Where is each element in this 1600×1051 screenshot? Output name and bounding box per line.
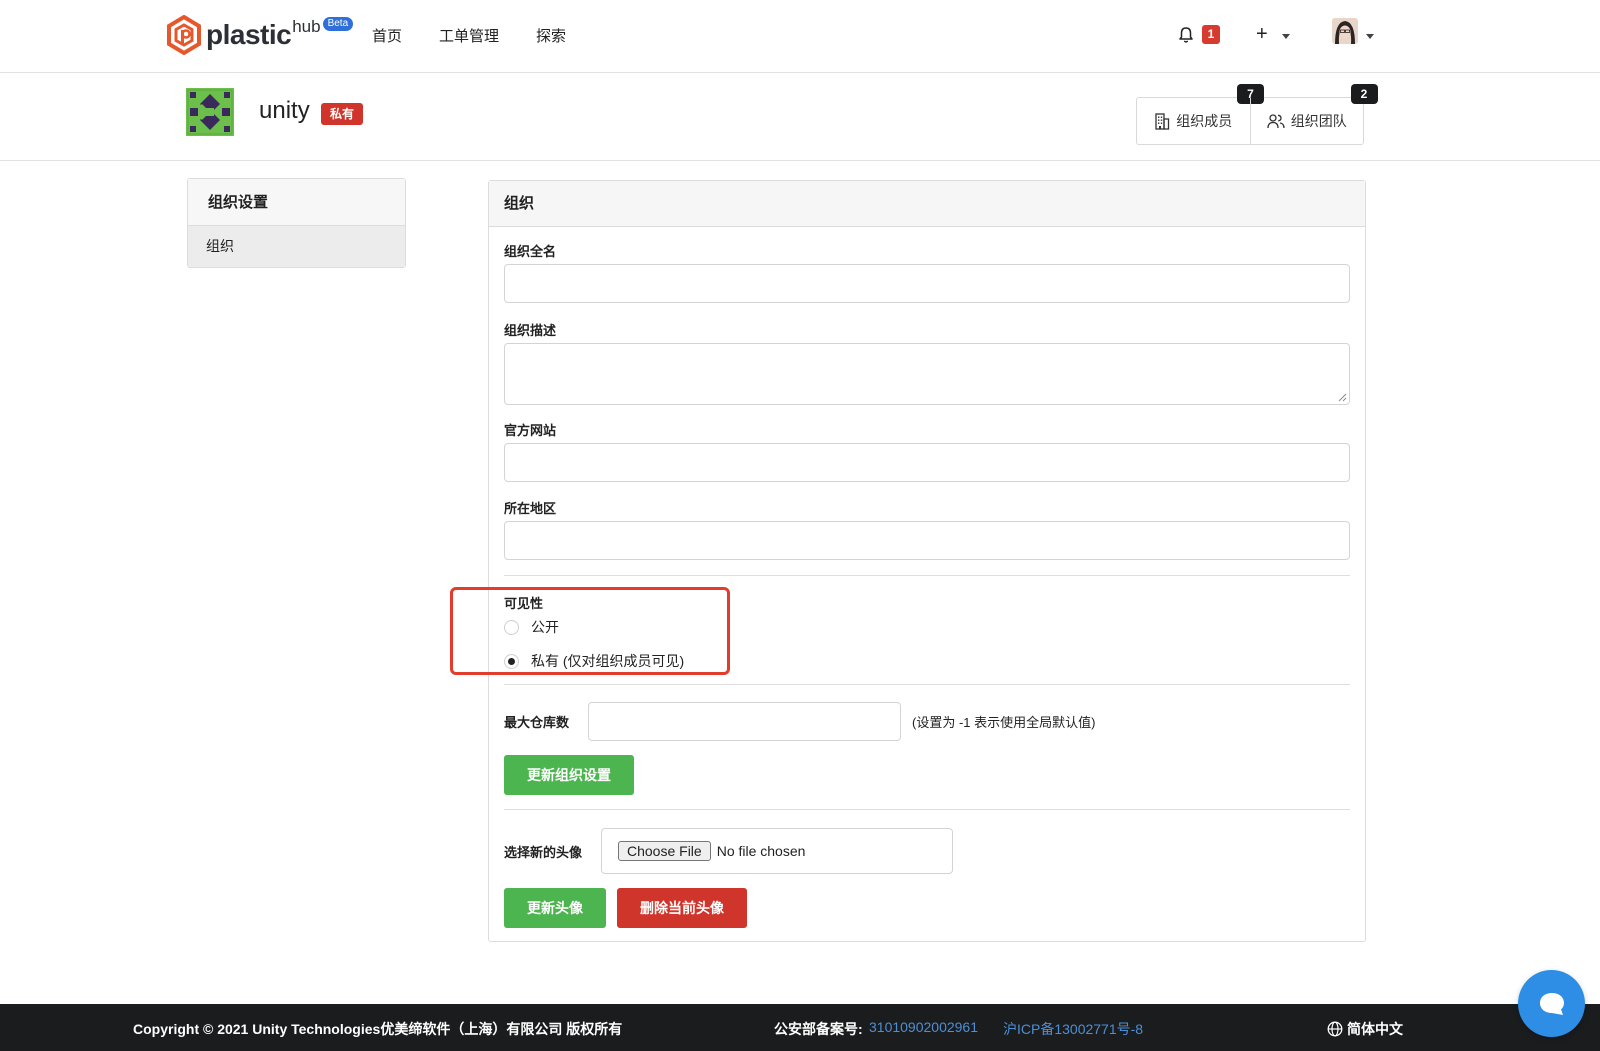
chat-bubble-icon xyxy=(1539,992,1564,1015)
resize-grip-icon[interactable] xyxy=(1338,393,1347,402)
globe-icon xyxy=(1327,1021,1343,1037)
footer-copyright: Copyright © 2021 Unity Technologies优美缔软件… xyxy=(133,1021,623,1037)
nav-link-home[interactable]: 首页 xyxy=(372,25,402,46)
nav-link-explore[interactable]: 探索 xyxy=(536,25,566,46)
user-avatar-image xyxy=(1332,18,1358,44)
divider xyxy=(504,575,1350,576)
location-label: 所在地区 xyxy=(504,501,557,516)
teams-count-badge: 2 xyxy=(1350,84,1378,104)
org-stats: 组织成员 7 组织团队 2 xyxy=(1136,84,1378,145)
description-label: 组织描述 xyxy=(504,323,557,338)
chevron-down-icon[interactable] xyxy=(1282,34,1290,39)
org-members-link[interactable]: 组织成员 7 xyxy=(1137,84,1264,144)
update-settings-button[interactable]: 更新组织设置 xyxy=(504,755,634,795)
beta-badge: Beta xyxy=(322,17,354,31)
org-teams-link[interactable]: 组织团队 2 xyxy=(1249,84,1378,144)
plastichub-logo-icon xyxy=(167,15,201,55)
divider xyxy=(504,809,1350,810)
visibility-badge: 私有 xyxy=(321,103,364,125)
building-icon xyxy=(1155,112,1170,130)
org-avatar[interactable] xyxy=(186,88,234,136)
chat-support-button[interactable] xyxy=(1518,970,1585,1037)
logo-wordmark: plastic xyxy=(206,19,292,50)
org-name: unity xyxy=(259,97,310,124)
org-teams-label: 组织团队 xyxy=(1290,113,1347,129)
avatar-label: 选择新的头像 xyxy=(504,845,583,860)
max-repos-label: 最大仓库数 xyxy=(504,715,570,730)
footer: Copyright © 2021 Unity Technologies优美缔软件… xyxy=(0,1004,1600,1051)
user-avatar[interactable] xyxy=(1332,18,1358,44)
people-icon xyxy=(1267,114,1285,129)
sidebar-item-organization[interactable]: 组织 xyxy=(188,226,405,267)
nav-link-issues[interactable]: 工单管理 xyxy=(439,25,499,46)
org-members-label: 组织成员 xyxy=(1176,113,1233,129)
full-name-label: 组织全名 xyxy=(504,244,557,259)
location-input[interactable] xyxy=(504,521,1350,560)
panel-title: 组织 xyxy=(489,181,1365,227)
divider xyxy=(504,684,1350,685)
notification-count-badge: 1 xyxy=(1202,25,1220,44)
website-label: 官方网站 xyxy=(504,423,557,438)
org-settings-panel: 组织 组织全名 组织描述 官方网站 所在地区 可见性 公开 私有 (仅对组织成员… xyxy=(488,180,1366,942)
max-repos-hint: (设置为 -1 表示使用全局默认值) xyxy=(912,715,1096,730)
logo-hub-text: hub xyxy=(292,17,321,36)
create-new-button[interactable]: + xyxy=(1256,23,1268,46)
choose-file-button[interactable]: Choose File xyxy=(618,841,711,861)
description-textarea[interactable] xyxy=(504,343,1350,405)
annotation-highlight-box xyxy=(450,587,730,675)
chevron-down-icon[interactable] xyxy=(1366,34,1374,39)
top-navbar: plastic hub Beta 首页 工单管理 探索 1 + xyxy=(0,0,1600,73)
footer-icp-record-link[interactable]: 沪ICP备13002771号-8 xyxy=(1003,1019,1143,1039)
language-label: 简体中文 xyxy=(1347,1021,1403,1037)
file-status: No file chosen xyxy=(716,843,806,859)
bell-icon[interactable] xyxy=(1177,26,1195,44)
language-selector[interactable]: 简体中文 xyxy=(1327,1019,1403,1039)
max-repos-input[interactable] xyxy=(588,702,901,741)
plastichub-logo[interactable]: plastic hub Beta xyxy=(166,15,354,55)
delete-avatar-button[interactable]: 删除当前头像 xyxy=(617,888,747,928)
website-input[interactable] xyxy=(504,443,1350,482)
avatar-file-input[interactable]: Choose File No file chosen xyxy=(601,828,953,874)
full-name-input[interactable] xyxy=(504,264,1350,303)
sidebar-heading: 组织设置 xyxy=(188,179,405,226)
update-avatar-button[interactable]: 更新头像 xyxy=(504,888,606,928)
settings-sidebar: 组织设置 组织 xyxy=(187,178,406,268)
org-header: unity 私有 组织成员 7 组织团队 2 xyxy=(0,73,1600,161)
footer-icp-label: 公安部备案号: xyxy=(774,1021,863,1037)
footer-icp-number-link[interactable]: 31010902002961 xyxy=(869,1019,978,1035)
